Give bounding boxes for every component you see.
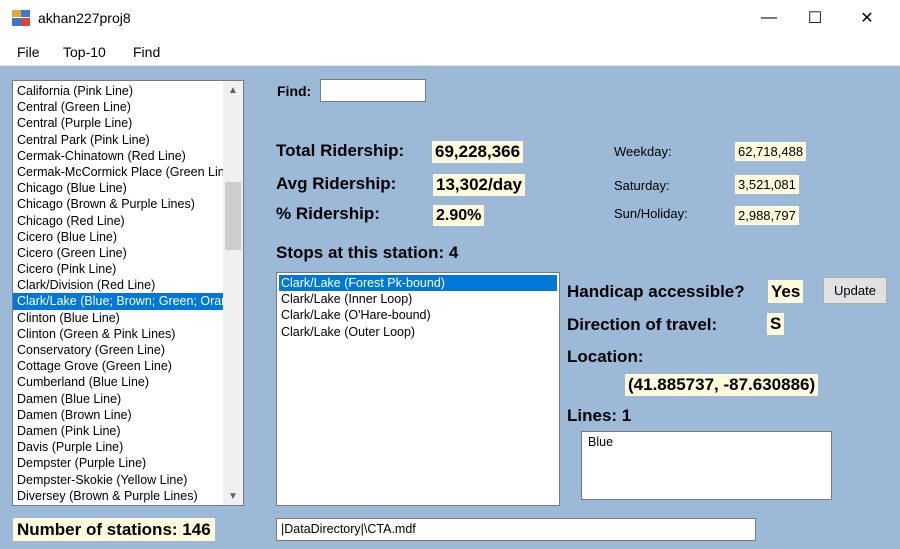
station-list-item[interactable]: Clark/Lake (Blue; Brown; Green; Orange; … [13, 293, 223, 310]
saturday-value: 3,521,081 [735, 175, 799, 194]
location-label: Location: [567, 347, 644, 366]
weekday-label: Weekday: [614, 144, 672, 159]
station-list-item[interactable]: Chicago (Red Line) [13, 213, 223, 229]
station-count-value: 146 [182, 520, 211, 539]
station-list-item[interactable]: Central (Green Line) [13, 99, 223, 115]
station-list-item[interactable]: Damen (Pink Line) [13, 423, 223, 439]
station-list-item[interactable]: Cottage Grove (Green Line) [13, 358, 223, 374]
stations-list-items: California (Pink Line) Central (Green Lin… [13, 83, 223, 504]
close-button[interactable]: ✕ [844, 0, 890, 36]
maximize-button[interactable]: ☐ [792, 0, 838, 36]
station-list-item[interactable]: Cicero (Blue Line) [13, 229, 223, 245]
station-list-item[interactable]: Dempster-Skokie (Yellow Line) [13, 472, 223, 488]
station-list-item[interactable]: Cicero (Pink Line) [13, 261, 223, 277]
station-list-item[interactable]: Chicago (Brown & Purple Lines) [13, 196, 223, 212]
avg-ridership-label: Avg Ridership: [276, 174, 397, 193]
sunday-holiday-label: Sun/Holiday: [614, 206, 688, 221]
station-list-item[interactable]: Davis (Purple Line) [13, 439, 223, 455]
find-label: Find: [277, 83, 312, 99]
station-list-item[interactable]: Central (Purple Line) [13, 115, 223, 131]
station-list-item[interactable]: Central Park (Pink Line) [13, 132, 223, 148]
station-count-badge: Number of stations: 146 [13, 518, 215, 541]
main-panel: California (Pink Line) Central (Green Lin… [0, 66, 900, 549]
scroll-thumb[interactable] [225, 182, 241, 250]
station-list-item[interactable]: Damen (Brown Line) [13, 407, 223, 423]
station-list-item[interactable]: Cumberland (Blue Line) [13, 374, 223, 390]
menu-file[interactable]: File [17, 44, 40, 60]
station-list-item[interactable]: Dempster (Purple Line) [13, 455, 223, 471]
vertical-scrollbar[interactable]: ▲ ▼ [223, 81, 243, 505]
direction-label: Direction of travel: [567, 315, 718, 334]
stops-label: Stops at this station: [276, 243, 445, 262]
scroll-down-icon[interactable]: ▼ [223, 487, 243, 505]
weekday-value: 62,718,488 [735, 142, 807, 161]
station-list-item[interactable]: Conservatory (Green Line) [13, 342, 223, 358]
find-input[interactable] [320, 79, 426, 102]
total-ridership-label: Total Ridership: [276, 141, 405, 160]
pct-ridership-label: % Ridership: [276, 204, 380, 223]
handicap-value: Yes [768, 280, 804, 303]
avg-ridership-value: 13,302/day [433, 174, 526, 196]
minimize-button[interactable]: — [746, 0, 792, 36]
station-list-item[interactable]: Cermak-Chinatown (Red Line) [13, 148, 223, 164]
stops-count: 4 [448, 243, 459, 262]
stations-listbox[interactable]: California (Pink Line) Central (Green Lin… [12, 80, 244, 506]
saturday-label: Saturday: [614, 178, 670, 193]
stop-list-item[interactable]: Clark/Lake (Outer Loop) [277, 324, 559, 340]
lines-listbox[interactable]: Blue [581, 431, 832, 500]
menu-bar: File Top-10 Find [0, 38, 900, 66]
lines-heading: Lines: 1 [567, 406, 631, 426]
stop-list-item[interactable]: Clark/Lake (Inner Loop) [277, 291, 559, 307]
total-ridership-value: 69,228,366 [432, 141, 524, 163]
station-list-item[interactable]: Damen (Blue Line) [13, 391, 223, 407]
station-list-item[interactable]: Diversey (Brown & Purple Lines) [13, 488, 223, 504]
menu-find[interactable]: Find [133, 44, 160, 60]
connection-string-field[interactable]: |DataDirectory|\CTA.mdf [276, 518, 756, 541]
location-value: (41.885737, -87.630886) [625, 374, 819, 396]
station-list-item[interactable]: Cicero (Green Line) [13, 245, 223, 261]
station-count-label: Number of stations: [17, 520, 178, 539]
stop-list-item[interactable]: Clark/Lake (O'Hare-bound) [277, 307, 559, 323]
lines-label: Lines: [567, 406, 618, 425]
stops-listbox[interactable]: Clark/Lake (Forest Pk-bound) Clark/Lake (… [276, 272, 560, 506]
station-list-item[interactable]: Clinton (Green & Pink Lines) [13, 326, 223, 342]
line-list-item[interactable]: Blue [582, 432, 831, 449]
station-list-item[interactable]: Chicago (Blue Line) [13, 180, 223, 196]
stops-heading: Stops at this station: 4 [276, 243, 458, 263]
scroll-up-icon[interactable]: ▲ [223, 81, 243, 99]
pct-ridership-value: 2.90% [433, 205, 485, 226]
window-title: akhan227proj8 [38, 10, 131, 26]
station-list-item[interactable]: California (Pink Line) [13, 83, 223, 99]
sunday-holiday-value: 2,988,797 [735, 206, 799, 225]
lines-count: 1 [621, 406, 632, 425]
app-icon [12, 10, 30, 26]
station-list-item[interactable]: Clark/Division (Red Line) [13, 277, 223, 293]
stop-list-item[interactable]: Clark/Lake (Forest Pk-bound) [279, 275, 557, 292]
station-list-item[interactable]: Cermak-McCormick Place (Green Line) [13, 164, 223, 180]
update-button[interactable]: Update [823, 277, 887, 304]
direction-value: S [767, 313, 785, 335]
station-list-item[interactable]: Clinton (Blue Line) [13, 310, 223, 326]
title-bar: akhan227proj8 — ☐ ✕ [0, 0, 900, 38]
handicap-label: Handicap accessible? [567, 282, 745, 301]
menu-top-10[interactable]: Top-10 [63, 44, 106, 60]
